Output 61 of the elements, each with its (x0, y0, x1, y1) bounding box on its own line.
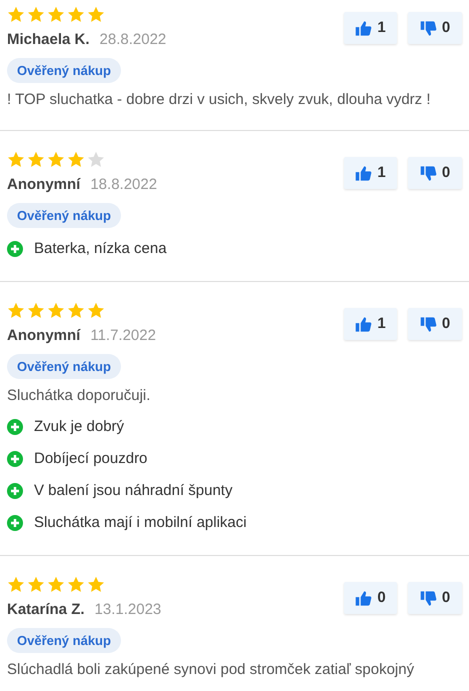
star-icon (67, 576, 85, 593)
author-name: Anonymní (7, 326, 80, 346)
like-button[interactable]: 1 (344, 12, 397, 44)
star-icon (27, 151, 45, 168)
dislike-button[interactable]: 0 (408, 308, 462, 340)
dislike-button[interactable]: 0 (408, 157, 462, 189)
star-icon (87, 302, 105, 319)
like-button[interactable]: 1 (344, 157, 397, 189)
dislike-button[interactable]: 0 (408, 582, 462, 614)
like-button[interactable]: 1 (344, 308, 397, 340)
dislike-button[interactable]: 0 (408, 12, 462, 44)
star-icon (7, 6, 25, 23)
author-name: Anonymní (7, 175, 80, 195)
star-icon (27, 6, 45, 23)
thumbs-up-icon (355, 164, 372, 182)
thumbs-down-icon (420, 164, 437, 182)
star-icon (67, 302, 85, 319)
review-date: 18.8.2022 (90, 175, 158, 195)
plus-icon (7, 241, 23, 257)
verified-badge: Ověřený nákup (7, 58, 121, 83)
star-icon (7, 302, 25, 319)
star-icon (47, 151, 65, 168)
star-icon (47, 6, 65, 23)
plus-icon (7, 419, 23, 435)
plus-icon (7, 483, 23, 499)
star-icon (7, 151, 25, 168)
star-icon (47, 576, 65, 593)
pro-item: Dobíjecí pouzdro (34, 448, 148, 469)
author-name: Michaela K. (7, 30, 90, 50)
pro-item: Baterka, nízka cena (34, 238, 167, 259)
star-icon (67, 6, 85, 23)
star-icon (27, 302, 45, 319)
star-icon (47, 302, 65, 319)
like-button[interactable]: 0 (344, 582, 397, 614)
thumbs-up-icon (355, 590, 372, 606)
thumbs-down-icon (420, 316, 437, 332)
verified-badge: Ověřený nákup (7, 354, 121, 379)
star-icon (7, 576, 25, 593)
review-date: 11.7.2022 (90, 326, 156, 346)
pro-item: V balení jsou náhradní špunty (34, 480, 232, 501)
author-name: Katarína Z. (7, 600, 85, 620)
verified-badge: Ověřený nákup (7, 628, 121, 653)
thumbs-up-icon (355, 316, 372, 332)
review-date: 28.8.2022 (100, 30, 166, 50)
plus-icon (7, 451, 23, 467)
plus-icon (7, 515, 23, 531)
review-text: Sluchátka doporučuji. (7, 386, 152, 406)
review-date: 13.1.2023 (94, 600, 162, 620)
star-icon (87, 151, 105, 168)
star-icon (87, 576, 105, 593)
star-icon (87, 6, 105, 23)
thumbs-down-icon (420, 590, 437, 606)
thumbs-down-icon (420, 20, 437, 36)
review-text: Slúchadlá boli zakúpené synovi pod stromček zatiaľ spokojný (7, 660, 416, 680)
pro-item: Sluchátka mají i mobilní aplikaci (34, 512, 247, 533)
thumbs-up-icon (355, 20, 372, 36)
star-icon (27, 576, 45, 593)
review-text: ! TOP sluchatka - dobre drzi v usich, skvely zvuk, dlouha vydrz ! (7, 90, 432, 110)
pro-item: Zvuk je dobrý (34, 416, 124, 437)
star-icon (67, 151, 85, 168)
verified-badge: Ověřený nákup (7, 202, 121, 228)
